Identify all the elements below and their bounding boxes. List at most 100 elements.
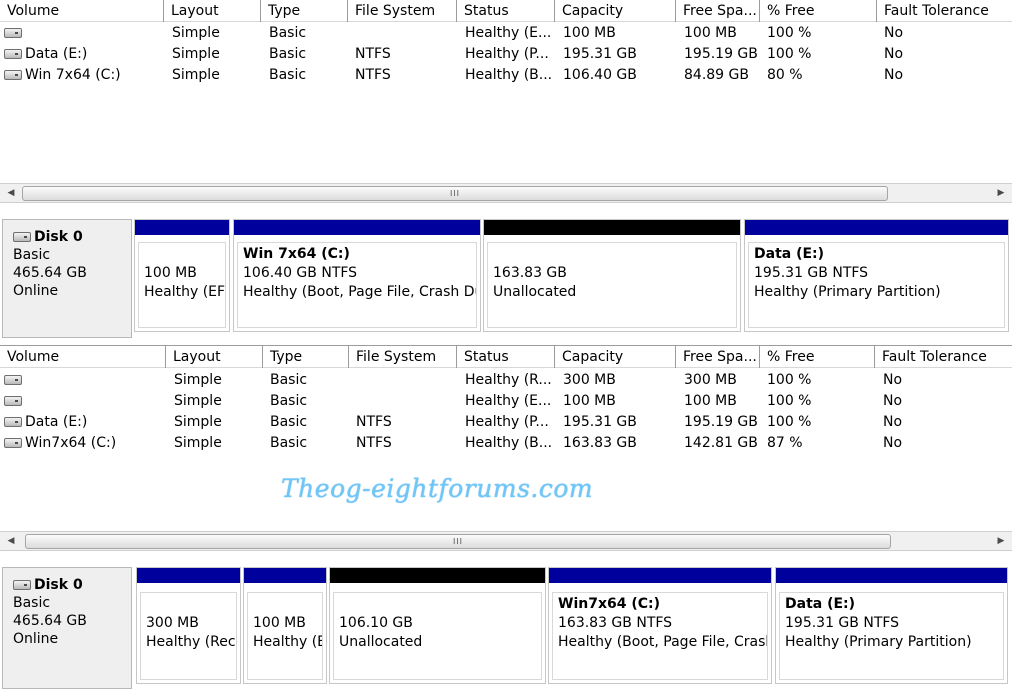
disk-drive-icon — [4, 70, 22, 80]
disk-name: Disk 0 — [34, 577, 83, 593]
partition-efi[interactable]: 100 MB Healthy (E — [243, 567, 327, 684]
partition-data-e[interactable]: Data (E:) 195.31 GB NTFS Healthy (Primar… — [775, 567, 1008, 684]
partition-bar — [330, 568, 545, 583]
volume-list-after: Volume Layout Type File System Status Ca… — [0, 345, 1012, 531]
disk-info-box[interactable]: Disk 0 Basic 465.64 GB Online — [2, 219, 132, 338]
cell-capacity: 195.31 GB — [563, 414, 637, 430]
cell-status: Healthy (P... — [465, 414, 549, 430]
partition-title — [144, 245, 225, 264]
partition-unallocated[interactable]: 163.83 GB Unallocated — [483, 219, 741, 332]
column-header-capacity[interactable]: Capacity — [555, 346, 676, 368]
volume-row[interactable]: Simple Basic Healthy (E... 100 MB 100 MB 100 … — [0, 391, 1012, 412]
disk-drive-icon — [4, 375, 22, 385]
volume-row[interactable]: Data (E:) Simple Basic NTFS Healthy (P... 195… — [0, 44, 1012, 65]
partition-recovery[interactable]: 300 MB Healthy (Reco — [136, 567, 241, 684]
column-header-free-space[interactable]: Free Spa... — [676, 346, 760, 368]
column-header-type[interactable]: Type — [261, 0, 348, 22]
partition-efi[interactable]: 100 MB Healthy (EFI — [134, 219, 230, 332]
cell-type: Basic — [269, 67, 307, 83]
volume-list-before: Volume Layout Type File System Status Ca… — [0, 0, 1012, 184]
disk-type: Basic — [13, 595, 51, 611]
cell-capacity: 106.40 GB — [563, 67, 637, 83]
cell-fault: No — [884, 46, 904, 62]
volume-row[interactable]: Win7x64 (C:) Simple Basic NTFS Healthy (B...… — [0, 433, 1012, 454]
cell-fault: No — [883, 414, 903, 430]
scroll-right-icon[interactable]: ▶ — [992, 184, 1010, 202]
cell-volume: Win 7x64 (C:) — [4, 65, 168, 86]
cell-layout: Simple — [174, 414, 222, 430]
column-header-capacity[interactable]: Capacity — [555, 0, 676, 22]
column-header-volume[interactable]: Volume — [0, 346, 166, 368]
partition-size: 300 MB — [146, 615, 199, 631]
partition-status: Healthy (Primary Partition) — [785, 634, 972, 650]
partition-title: Data (E:) — [785, 596, 856, 612]
partition-status: Healthy (Reco — [146, 634, 237, 650]
cell-layout: Simple — [172, 25, 220, 41]
column-header-filesystem[interactable]: File System — [348, 0, 457, 22]
column-header-fault-tolerance[interactable]: Fault Tolerance — [875, 346, 1012, 368]
volume-row[interactable]: Win 7x64 (C:) Simple Basic NTFS Healthy (B..… — [0, 65, 1012, 86]
disk-state: Online — [13, 283, 59, 299]
column-header-type[interactable]: Type — [263, 346, 349, 368]
cell-fault: No — [884, 25, 904, 41]
column-header-row: Volume Layout Type File System Status Ca… — [0, 0, 1012, 22]
cell-free: 195.19 GB — [684, 46, 758, 62]
disk-name: Disk 0 — [34, 229, 83, 245]
volume-row[interactable]: Simple Basic Healthy (R... 300 MB 300 MB 100 … — [0, 370, 1012, 391]
column-header-fault-tolerance[interactable]: Fault Tolerance — [877, 0, 1012, 22]
partition-data-e[interactable]: Data (E:) 195.31 GB NTFS Healthy (Primar… — [744, 219, 1009, 332]
cell-layout: Simple — [174, 435, 222, 451]
cell-capacity: 100 MB — [563, 393, 616, 409]
partition-status: Unallocated — [339, 634, 423, 650]
volume-name: Win 7x64 (C:) — [25, 67, 121, 83]
partition-win7-c[interactable]: Win7x64 (C:) 163.83 GB NTFS Healthy (Boo… — [548, 567, 772, 684]
column-header-percent-free[interactable]: % Free — [760, 0, 877, 22]
disk-drive-icon — [13, 580, 31, 590]
volume-name: Data (E:) — [25, 414, 88, 430]
scroll-left-icon[interactable]: ◀ — [2, 532, 20, 550]
partition-size: 100 MB — [144, 265, 197, 281]
cell-pct: 100 % — [767, 46, 812, 62]
column-header-volume[interactable]: Volume — [0, 0, 164, 22]
partition-bar — [135, 220, 229, 235]
cell-fault: No — [884, 67, 904, 83]
partition-unallocated[interactable]: 106.10 GB Unallocated — [329, 567, 546, 684]
volume-row[interactable]: Data (E:) Simple Basic NTFS Healthy (P... 195… — [0, 412, 1012, 433]
cell-pct: 100 % — [767, 393, 812, 409]
cell-status: Healthy (B... — [465, 67, 553, 83]
disk-info-box[interactable]: Disk 0 Basic 465.64 GB Online — [2, 567, 132, 689]
column-header-status[interactable]: Status — [457, 0, 555, 22]
horizontal-scrollbar-top[interactable]: ◀ III ▶ — [0, 183, 1012, 203]
volume-row[interactable]: Simple Basic Healthy (E... 100 MB 100 MB 100 … — [0, 23, 1012, 44]
cell-layout: Simple — [172, 67, 220, 83]
partition-win7-c[interactable]: Win 7x64 (C:) 106.40 GB NTFS Healthy (Bo… — [233, 219, 481, 332]
cell-capacity: 195.31 GB — [563, 46, 637, 62]
disk-drive-icon — [4, 417, 22, 427]
cell-capacity: 163.83 GB — [563, 435, 637, 451]
column-header-free-space[interactable]: Free Spa... — [676, 0, 760, 22]
scroll-left-icon[interactable]: ◀ — [2, 184, 20, 202]
cell-volume — [4, 23, 168, 44]
cell-layout: Simple — [174, 372, 222, 388]
scrollbar-thumb[interactable]: III — [25, 534, 891, 549]
partition-bar — [745, 220, 1008, 235]
scrollbar-grip: III — [452, 537, 464, 546]
column-header-row: Volume Layout Type File System Status Ca… — [0, 346, 1012, 368]
partition-bar — [776, 568, 1007, 583]
scroll-right-icon[interactable]: ▶ — [992, 532, 1010, 550]
horizontal-scrollbar-bottom[interactable]: ◀ III ▶ — [0, 531, 1012, 551]
watermark-text: Theog-eightforums.com — [281, 474, 594, 503]
partition-status: Unallocated — [493, 284, 577, 300]
cell-fault: No — [883, 435, 903, 451]
cell-volume — [4, 391, 170, 412]
cell-free: 300 MB — [684, 372, 737, 388]
column-header-layout[interactable]: Layout — [166, 346, 263, 368]
scrollbar-thumb[interactable]: III — [22, 186, 888, 201]
column-header-layout[interactable]: Layout — [164, 0, 261, 22]
cell-type: Basic — [270, 414, 308, 430]
disk-size: 465.64 GB — [13, 613, 87, 629]
column-header-percent-free[interactable]: % Free — [760, 346, 875, 368]
column-header-status[interactable]: Status — [457, 346, 555, 368]
cell-status: Healthy (E... — [465, 393, 552, 409]
column-header-filesystem[interactable]: File System — [349, 346, 457, 368]
